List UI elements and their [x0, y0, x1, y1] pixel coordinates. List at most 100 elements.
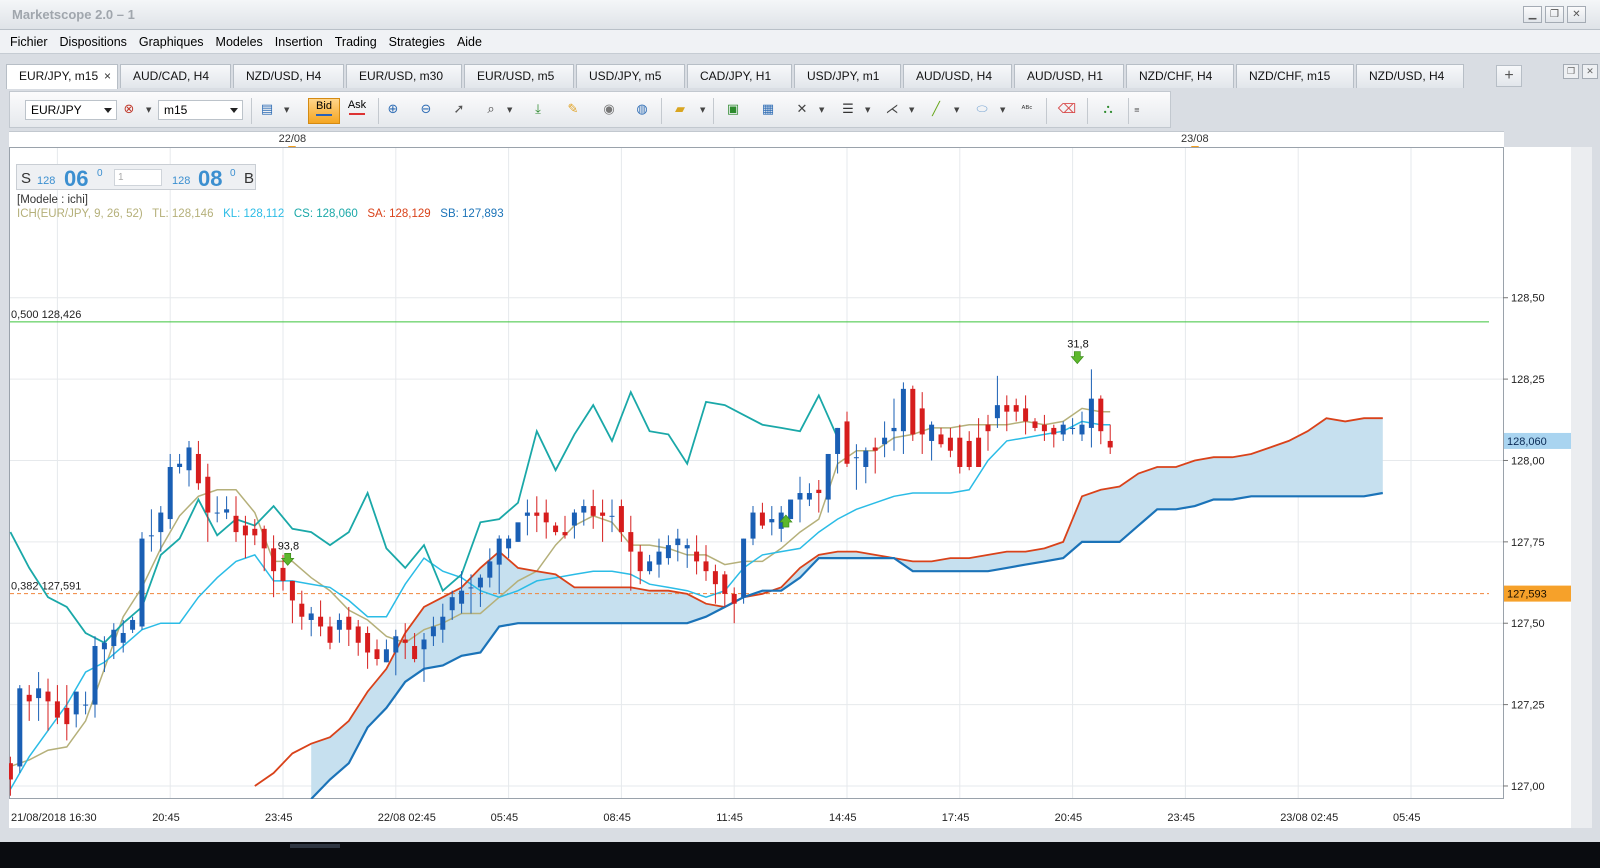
- candle-body[interactable]: [1013, 405, 1019, 412]
- candle-body[interactable]: [825, 453, 831, 500]
- ellipse-icon[interactable]: ⬭: [971, 100, 993, 120]
- globe-icon[interactable]: ◍: [631, 100, 653, 120]
- candle-body[interactable]: [675, 538, 681, 546]
- candle-body[interactable]: [609, 515, 615, 517]
- buy-letter[interactable]: B: [244, 170, 254, 187]
- candle-body[interactable]: [647, 561, 653, 572]
- candle-body[interactable]: [289, 580, 295, 601]
- menu-aide[interactable]: Aide: [451, 35, 488, 49]
- candle-body[interactable]: [694, 551, 700, 562]
- indicator-legend[interactable]: ICH(EUR/JPY, 9, 26, 52) TL: 128,146 KL: …: [17, 208, 504, 220]
- candle-body[interactable]: [374, 649, 380, 660]
- candle-body[interactable]: [308, 613, 314, 620]
- candle-body[interactable]: [45, 691, 51, 702]
- candle-body[interactable]: [17, 688, 23, 767]
- chevron-down-icon[interactable]: ▼: [284, 100, 292, 120]
- chart-close-button[interactable]: ✕: [1582, 64, 1598, 79]
- candle-body[interactable]: [722, 574, 728, 594]
- candle-body[interactable]: [496, 538, 502, 565]
- candle-body[interactable]: [1070, 427, 1076, 429]
- candle-body[interactable]: [618, 506, 624, 533]
- candle-body[interactable]: [177, 463, 183, 467]
- candle-body[interactable]: [524, 512, 530, 516]
- candle-body[interactable]: [299, 603, 305, 617]
- candle-body[interactable]: [186, 447, 192, 471]
- scroll-end-icon[interactable]: ⤓: [527, 100, 549, 120]
- candle-body[interactable]: [233, 515, 239, 533]
- chart-area[interactable]: 0,500 128,426 0,382 127,591 93,8 31,8 127,00…: [9, 147, 1592, 828]
- candle-body[interactable]: [750, 512, 756, 539]
- candle-body[interactable]: [83, 704, 89, 706]
- candle-body[interactable]: [402, 639, 408, 643]
- candle-body[interactable]: [571, 512, 577, 526]
- candle-body[interactable]: [271, 548, 277, 572]
- candle-body[interactable]: [1098, 398, 1104, 432]
- tab-eur-usd-m5[interactable]: EUR/USD, m5: [464, 64, 574, 88]
- candle-body[interactable]: [835, 427, 841, 454]
- menu-modeles[interactable]: Modeles: [210, 35, 269, 49]
- taskbar-item[interactable]: [290, 844, 340, 848]
- timeframe-select[interactable]: m15: [158, 100, 243, 120]
- trendline-icon[interactable]: ╱: [925, 100, 947, 120]
- candle-body[interactable]: [9, 763, 13, 780]
- candle-body[interactable]: [637, 551, 643, 572]
- candle-body[interactable]: [158, 512, 164, 533]
- menu-dispositions[interactable]: Dispositions: [54, 35, 133, 49]
- menu-graphiques[interactable]: Graphiques: [133, 35, 210, 49]
- chevron-down-icon[interactable]: ▼: [146, 100, 154, 120]
- candle-body[interactable]: [938, 434, 944, 445]
- instrument-select[interactable]: EUR/JPY: [25, 100, 117, 120]
- maximize-button[interactable]: ❐: [1545, 6, 1564, 23]
- ruler-icon[interactable]: ▰: [669, 100, 691, 120]
- candle-body[interactable]: [891, 427, 897, 432]
- candle-body[interactable]: [947, 437, 953, 451]
- candle-body[interactable]: [1051, 427, 1057, 435]
- candle-body[interactable]: [515, 522, 521, 542]
- candle-body[interactable]: [994, 405, 1000, 419]
- bid-button[interactable]: Bid: [308, 98, 340, 124]
- view-icon[interactable]: ◉: [598, 100, 620, 120]
- chevron-down-icon[interactable]: ▼: [909, 100, 917, 120]
- minimize-button[interactable]: ▁: [1523, 6, 1542, 23]
- menu-strategies[interactable]: Strategies: [383, 35, 451, 49]
- candle-body[interactable]: [919, 408, 925, 435]
- window-icon[interactable]: ▦: [757, 100, 779, 120]
- tab-nzd-usd-h4-2[interactable]: NZD/USD, H4: [1356, 64, 1464, 88]
- chevron-down-icon[interactable]: ▼: [865, 100, 873, 120]
- candle-body[interactable]: [1088, 398, 1094, 428]
- sell-price-prefix[interactable]: 128: [37, 175, 55, 187]
- candle-body[interactable]: [26, 694, 32, 702]
- candle-body[interactable]: [130, 619, 136, 630]
- candle-body[interactable]: [863, 450, 869, 467]
- chevron-down-icon[interactable]: ▼: [954, 100, 962, 120]
- candle-body[interactable]: [506, 538, 512, 549]
- candle-body[interactable]: [205, 476, 211, 513]
- picture-icon[interactable]: ▣: [722, 100, 744, 120]
- candle-body[interactable]: [421, 639, 427, 650]
- candle-body[interactable]: [327, 626, 333, 643]
- candle-body[interactable]: [487, 561, 493, 578]
- candle-body[interactable]: [64, 707, 70, 725]
- tab-eur-jpy-m15[interactable]: EUR/JPY, m15 ×: [6, 64, 118, 89]
- candle-body[interactable]: [139, 538, 145, 627]
- buy-price-prefix[interactable]: 128: [172, 175, 190, 187]
- edit-chart-icon[interactable]: ✎: [562, 100, 584, 120]
- candle-body[interactable]: [383, 649, 389, 663]
- tab-aud-usd-h1[interactable]: AUD/USD, H1: [1014, 64, 1124, 88]
- candle-body[interactable]: [440, 616, 446, 630]
- candle-body[interactable]: [280, 567, 286, 581]
- candle-body[interactable]: [985, 424, 991, 432]
- candle-body[interactable]: [656, 551, 662, 565]
- candle-body[interactable]: [73, 691, 79, 715]
- candle-body[interactable]: [543, 512, 549, 523]
- candle-body[interactable]: [957, 437, 963, 467]
- candle-body[interactable]: [731, 593, 737, 604]
- chart-restore-button[interactable]: ❐: [1563, 64, 1579, 79]
- tab-nzd-usd-h4[interactable]: NZD/USD, H4: [233, 64, 344, 88]
- candle-body[interactable]: [929, 424, 935, 441]
- price-chart[interactable]: 0,500 128,426 0,382 127,591 93,8 31,8 127,00…: [9, 147, 1592, 828]
- candle-body[interactable]: [741, 538, 747, 598]
- candle-body[interactable]: [712, 571, 718, 585]
- candle-body[interactable]: [1041, 424, 1047, 432]
- fan-icon[interactable]: ⋌: [881, 100, 903, 120]
